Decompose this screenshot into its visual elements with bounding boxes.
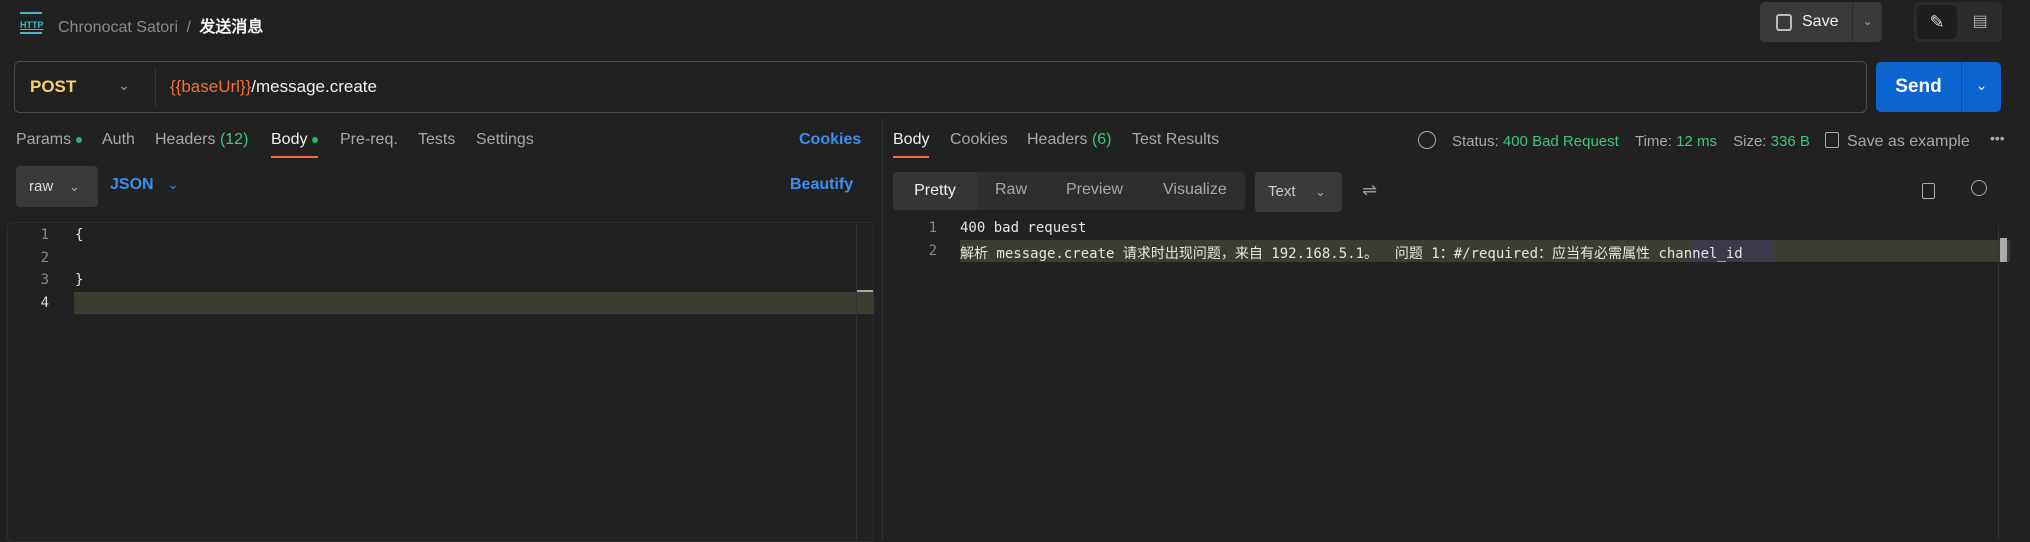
response-meta: Status: 400 Bad Request Time: 12 ms Size… [1452, 133, 1810, 150]
view-raw[interactable]: Raw [995, 181, 1027, 199]
tab-params[interactable]: Params [16, 131, 83, 149]
save-dropdown-button[interactable]: ⌄ [1852, 2, 1882, 42]
status-badge: 400 Bad Request [1502, 133, 1619, 150]
breadcrumb-collection[interactable]: Chronocat Satori [58, 19, 178, 36]
wrap-lines-icon[interactable]: ⇌ [1362, 180, 1377, 201]
breadcrumb: Chronocat Satori / 发送消息 [58, 19, 264, 36]
line-number: 2 [40, 250, 49, 266]
tab-auth[interactable]: Auth [102, 131, 135, 149]
line-number: 2 [928, 243, 937, 259]
cookies-link[interactable]: Cookies [799, 131, 861, 149]
method-select[interactable]: POST ⌄ [30, 77, 140, 97]
save-icon [1776, 13, 1792, 31]
code-line: } [75, 272, 84, 288]
body-mode-select[interactable]: raw ⌄ [16, 166, 98, 207]
comment-icon[interactable]: ▤ [1960, 5, 2000, 39]
save-button[interactable]: Save [1760, 2, 1852, 42]
tab-headers[interactable]: Headers (12) [155, 131, 248, 149]
line-number: 1 [928, 220, 937, 236]
view-pretty[interactable]: Pretty [893, 172, 977, 210]
view-visualize[interactable]: Visualize [1163, 181, 1227, 199]
view-preview[interactable]: Preview [1066, 181, 1123, 199]
response-line: 解析 message.create 请求时出现问题，来自 192.168.5.1… [960, 246, 1743, 262]
edit-pencil-icon[interactable]: ✎ [1917, 5, 1957, 39]
editor-scrollbar[interactable] [856, 224, 857, 540]
tab-response-body[interactable]: Body [893, 131, 930, 158]
tab-pre-req[interactable]: Pre-req. [340, 131, 398, 149]
tab-tests[interactable]: Tests [418, 131, 455, 149]
copy-icon[interactable] [1922, 183, 1935, 199]
send-button[interactable]: Send [1876, 62, 1961, 112]
send-dropdown-button[interactable]: ⌄ [1961, 62, 2001, 112]
tab-settings[interactable]: Settings [476, 131, 534, 149]
more-options-icon[interactable]: ••• [1990, 130, 2005, 146]
beautify-button[interactable]: Beautify [790, 176, 853, 194]
save-icon [1825, 132, 1839, 148]
url-input[interactable]: {{baseUrl}}/message.create [170, 77, 377, 97]
line-number: 4 [40, 295, 49, 311]
globe-icon[interactable] [1418, 131, 1436, 149]
search-icon[interactable] [1971, 180, 1987, 196]
body-format-select[interactable]: JSON ⌄ [110, 176, 178, 194]
response-format-select[interactable]: Text ⌄ [1255, 172, 1342, 212]
pane-divider[interactable] [882, 118, 883, 540]
chevron-down-icon: ⌄ [1315, 184, 1326, 199]
line-number: 1 [40, 227, 49, 243]
chevron-down-icon: ⌄ [167, 177, 179, 192]
request-body-editor[interactable] [7, 222, 874, 542]
http-icon: HTTP [20, 12, 44, 34]
tab-response-cookies[interactable]: Cookies [950, 131, 1008, 149]
response-scrollbar[interactable] [1998, 226, 2010, 540]
chevron-down-icon: ⌄ [118, 77, 130, 93]
tab-test-results[interactable]: Test Results [1132, 131, 1219, 149]
line-number: 3 [40, 272, 49, 288]
response-line: 400 bad request [960, 220, 1087, 236]
request-name[interactable]: 发送消息 [199, 19, 263, 36]
tab-body[interactable]: Body [271, 131, 319, 158]
code-line: { [75, 227, 84, 243]
save-as-example-button[interactable]: Save as example [1825, 132, 1970, 151]
tab-response-headers[interactable]: Headers (6) [1027, 131, 1112, 149]
chevron-down-icon: ⌄ [69, 179, 80, 194]
